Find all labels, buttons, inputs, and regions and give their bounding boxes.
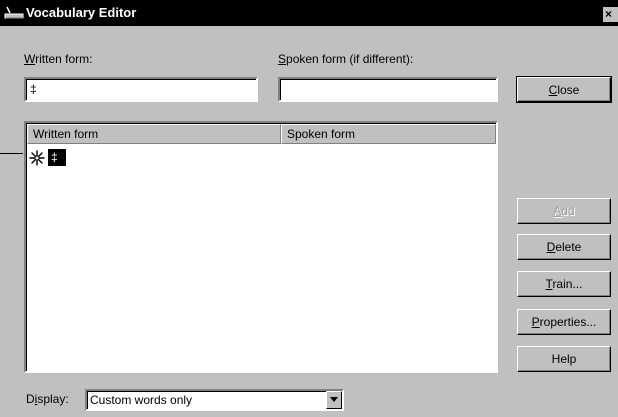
title-bar[interactable]: Vocabulary Editor × — [0, 0, 618, 26]
asterisk-icon — [29, 150, 45, 166]
train-button[interactable]: Train... — [517, 271, 611, 297]
callout-line — [0, 153, 23, 154]
properties-button[interactable]: Properties... — [517, 309, 611, 335]
close-icon[interactable]: × — [603, 7, 618, 22]
spoken-form-input[interactable] — [278, 77, 498, 102]
add-button[interactable]: Add — [517, 198, 611, 224]
vocabulary-editor-icon — [4, 5, 26, 21]
vocabulary-editor-window: Vocabulary Editor × Written form: ‡ Spok… — [0, 0, 618, 417]
column-header-written-form[interactable]: Written form — [27, 124, 281, 144]
written-form-label: Written form: — [24, 52, 93, 66]
written-form-input[interactable]: ‡ — [24, 77, 258, 102]
column-header-spoken-form[interactable]: Spoken form — [281, 124, 496, 144]
display-select[interactable]: Custom words only — [85, 389, 344, 411]
close-button[interactable]: Close — [516, 76, 612, 103]
window-title: Vocabulary Editor — [26, 5, 137, 20]
spoken-form-label: Spoken form (if different): — [278, 52, 414, 66]
list-header: Written form Spoken form — [27, 124, 496, 144]
word-list[interactable]: Written form Spoken form ‡ — [24, 121, 498, 373]
display-label: Display: — [26, 392, 69, 406]
delete-button[interactable]: Delete — [517, 234, 611, 260]
display-select-value: Custom words only — [90, 393, 193, 407]
chevron-down-icon[interactable] — [326, 391, 342, 409]
list-item-written-form: ‡ — [48, 149, 66, 166]
help-button[interactable]: Help — [517, 346, 611, 372]
